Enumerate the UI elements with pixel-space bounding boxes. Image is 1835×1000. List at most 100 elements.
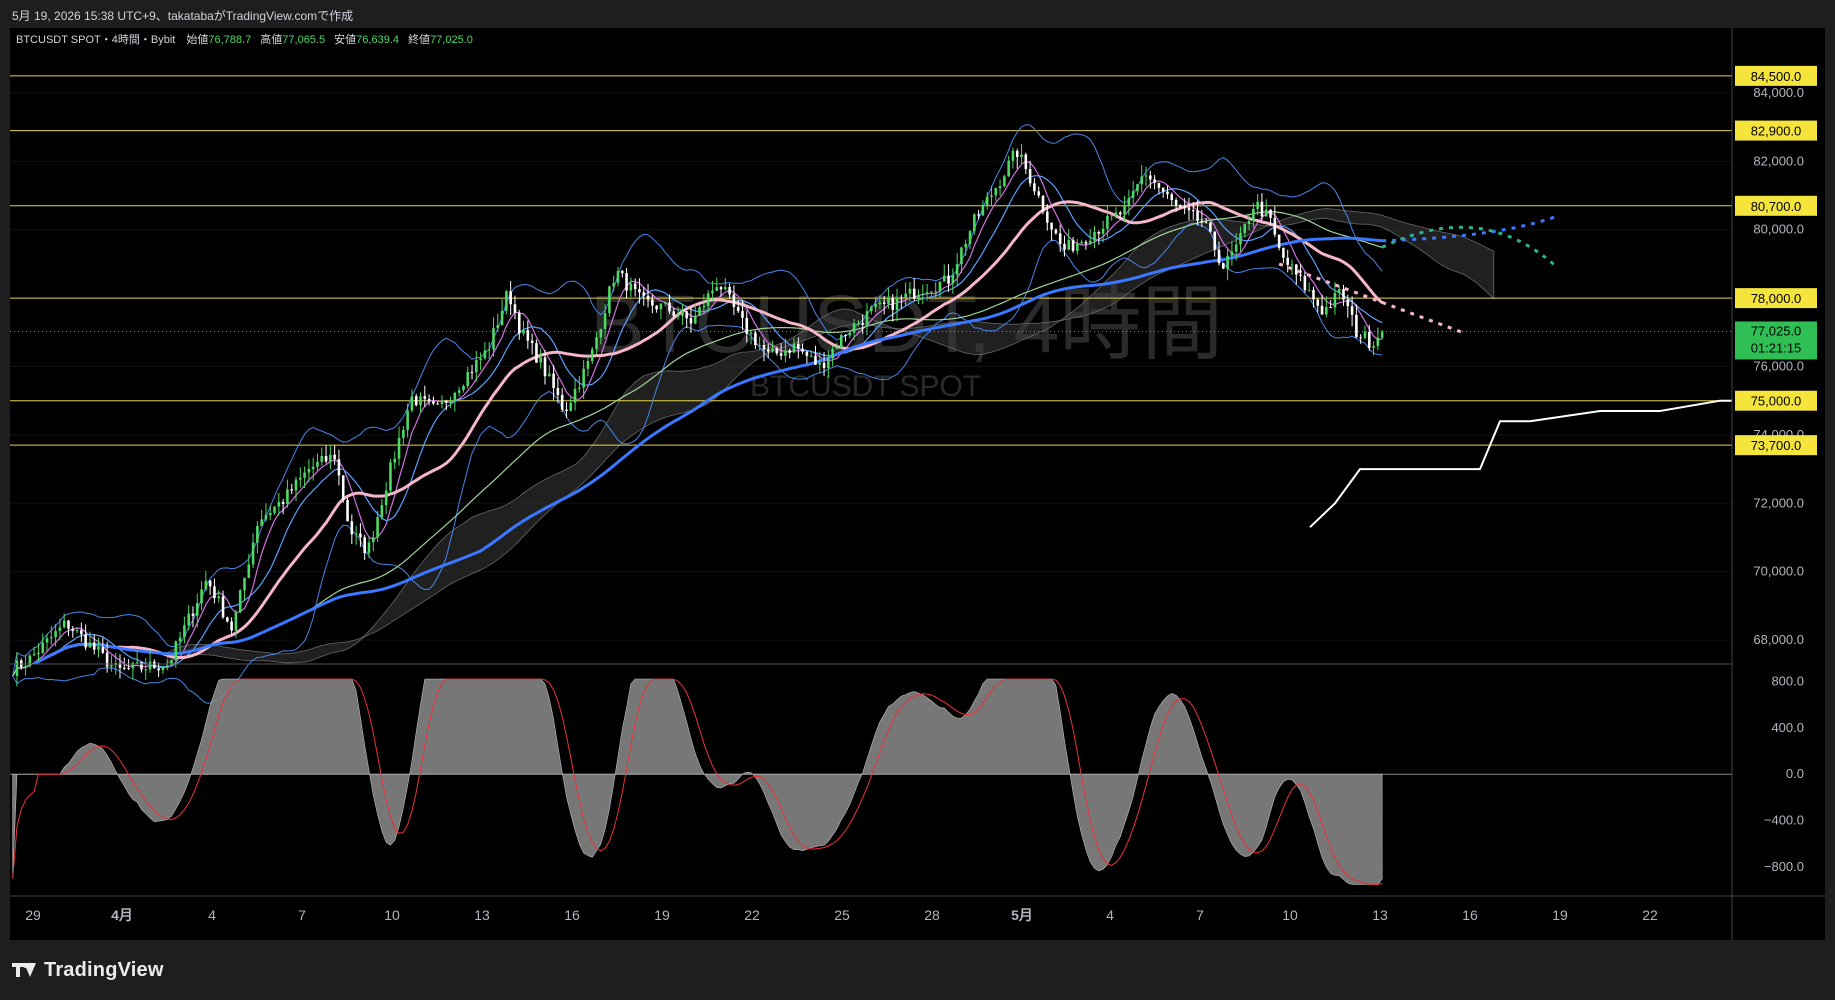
candle-body — [1295, 264, 1298, 275]
candle-body — [741, 311, 744, 318]
candle-body — [1346, 299, 1350, 307]
candle-body — [1307, 290, 1311, 292]
time-axis-label: 22 — [744, 907, 760, 923]
candle-body — [1243, 224, 1247, 234]
candle-body — [479, 358, 482, 360]
candle-body — [1183, 207, 1186, 209]
candle-body — [530, 340, 534, 344]
level-label: 78,000.0 — [1751, 291, 1802, 306]
candle-body — [1252, 208, 1255, 221]
candle-body — [1028, 169, 1032, 184]
time-axis-label: 22 — [1642, 907, 1658, 923]
candle-body — [1076, 243, 1079, 251]
candle-body — [1037, 191, 1040, 196]
candle-body — [1333, 292, 1337, 308]
candle-body — [689, 318, 693, 324]
candle-body — [994, 188, 998, 196]
candle-body — [389, 462, 392, 491]
candle-body — [784, 350, 787, 356]
candle-body — [663, 302, 667, 304]
candle-body — [724, 287, 727, 290]
candle-body — [874, 304, 877, 308]
price-chart[interactable]: BTCUSDT, 4時間 BTCUSDT SPOT 84,000.082,000… — [10, 28, 1825, 940]
candle-body — [814, 355, 817, 365]
oscillator-area — [12, 678, 1383, 885]
candle-body — [191, 613, 195, 616]
candle-body — [505, 291, 508, 311]
time-axis-label: 25 — [834, 907, 850, 923]
candle-body — [414, 396, 418, 406]
chart-area[interactable]: BTCUSDT, 4時間 BTCUSDT SPOT 84,000.0 82,000… — [10, 28, 1825, 940]
candle-body — [754, 332, 757, 346]
level-label: 75,000.0 — [1751, 394, 1802, 409]
candle-body — [1024, 154, 1028, 170]
candle-body — [904, 293, 907, 298]
candle-body — [1303, 275, 1307, 291]
time-axis-label: 4 — [1106, 907, 1114, 923]
time-axis-label: 28 — [924, 907, 940, 923]
price-tick-label: 84,000.0 — [1753, 85, 1804, 100]
candle-body — [483, 350, 487, 359]
candle-body — [603, 313, 607, 330]
price-tick-label: 70,000.0 — [1753, 564, 1804, 579]
candle-body — [1118, 212, 1122, 215]
candle-body — [290, 489, 294, 491]
candle-body — [869, 307, 873, 312]
candle-body — [930, 291, 933, 293]
candle-body — [848, 332, 852, 336]
price-tick-label: 68,000.0 — [1753, 632, 1804, 647]
candle-body — [1372, 346, 1375, 348]
candle-body — [857, 323, 860, 325]
candle-body — [938, 281, 942, 292]
candle-body — [1063, 243, 1066, 250]
candle-body — [1011, 150, 1015, 161]
candle-body — [1088, 240, 1092, 244]
candle-body — [88, 642, 92, 648]
candle-body — [711, 290, 714, 294]
candle-body — [234, 612, 238, 631]
candle-body — [213, 586, 216, 599]
candle-body — [758, 345, 761, 347]
candle-body — [354, 533, 358, 535]
candle-body — [882, 302, 886, 304]
candle-body — [912, 288, 916, 299]
candle-body — [1050, 222, 1053, 230]
candle-body — [822, 362, 826, 368]
candle-body — [960, 247, 963, 265]
candle-body — [359, 533, 362, 538]
candle-body — [981, 205, 985, 216]
candle-body — [466, 372, 470, 387]
candle-body — [444, 400, 448, 403]
candle-body — [110, 665, 113, 667]
candle-body — [565, 409, 568, 412]
candle-body — [1363, 331, 1367, 338]
candle-body — [432, 401, 435, 404]
candle-body — [1131, 191, 1135, 198]
candle-body — [625, 273, 628, 291]
candle-body — [629, 283, 633, 291]
candle-body — [1020, 154, 1023, 158]
time-axis-label: 13 — [474, 907, 490, 923]
current-price-label: 77,025.0 — [1751, 323, 1802, 338]
candle-body — [1337, 289, 1341, 293]
candle-body — [329, 454, 332, 462]
oscillator-tick-label: 0.0 — [1786, 766, 1804, 781]
candle-body — [1277, 234, 1281, 248]
legend-high-label: 高値 — [260, 32, 282, 46]
candle-body — [97, 647, 100, 650]
candle-body — [440, 400, 444, 405]
candle-body — [831, 349, 834, 359]
candle-body — [1273, 217, 1277, 235]
candle-body — [423, 396, 427, 400]
candle-body — [67, 620, 70, 629]
candle-body — [1093, 231, 1096, 241]
candle-body — [1217, 249, 1221, 264]
candle-body — [1200, 220, 1204, 223]
candle-body — [174, 641, 178, 661]
candle-body — [827, 358, 830, 368]
candle-body — [668, 302, 671, 312]
tradingview-logo[interactable]: TradingView — [12, 958, 164, 982]
candle-body — [346, 499, 349, 522]
candle-body — [590, 349, 594, 362]
candle-body — [672, 311, 676, 316]
